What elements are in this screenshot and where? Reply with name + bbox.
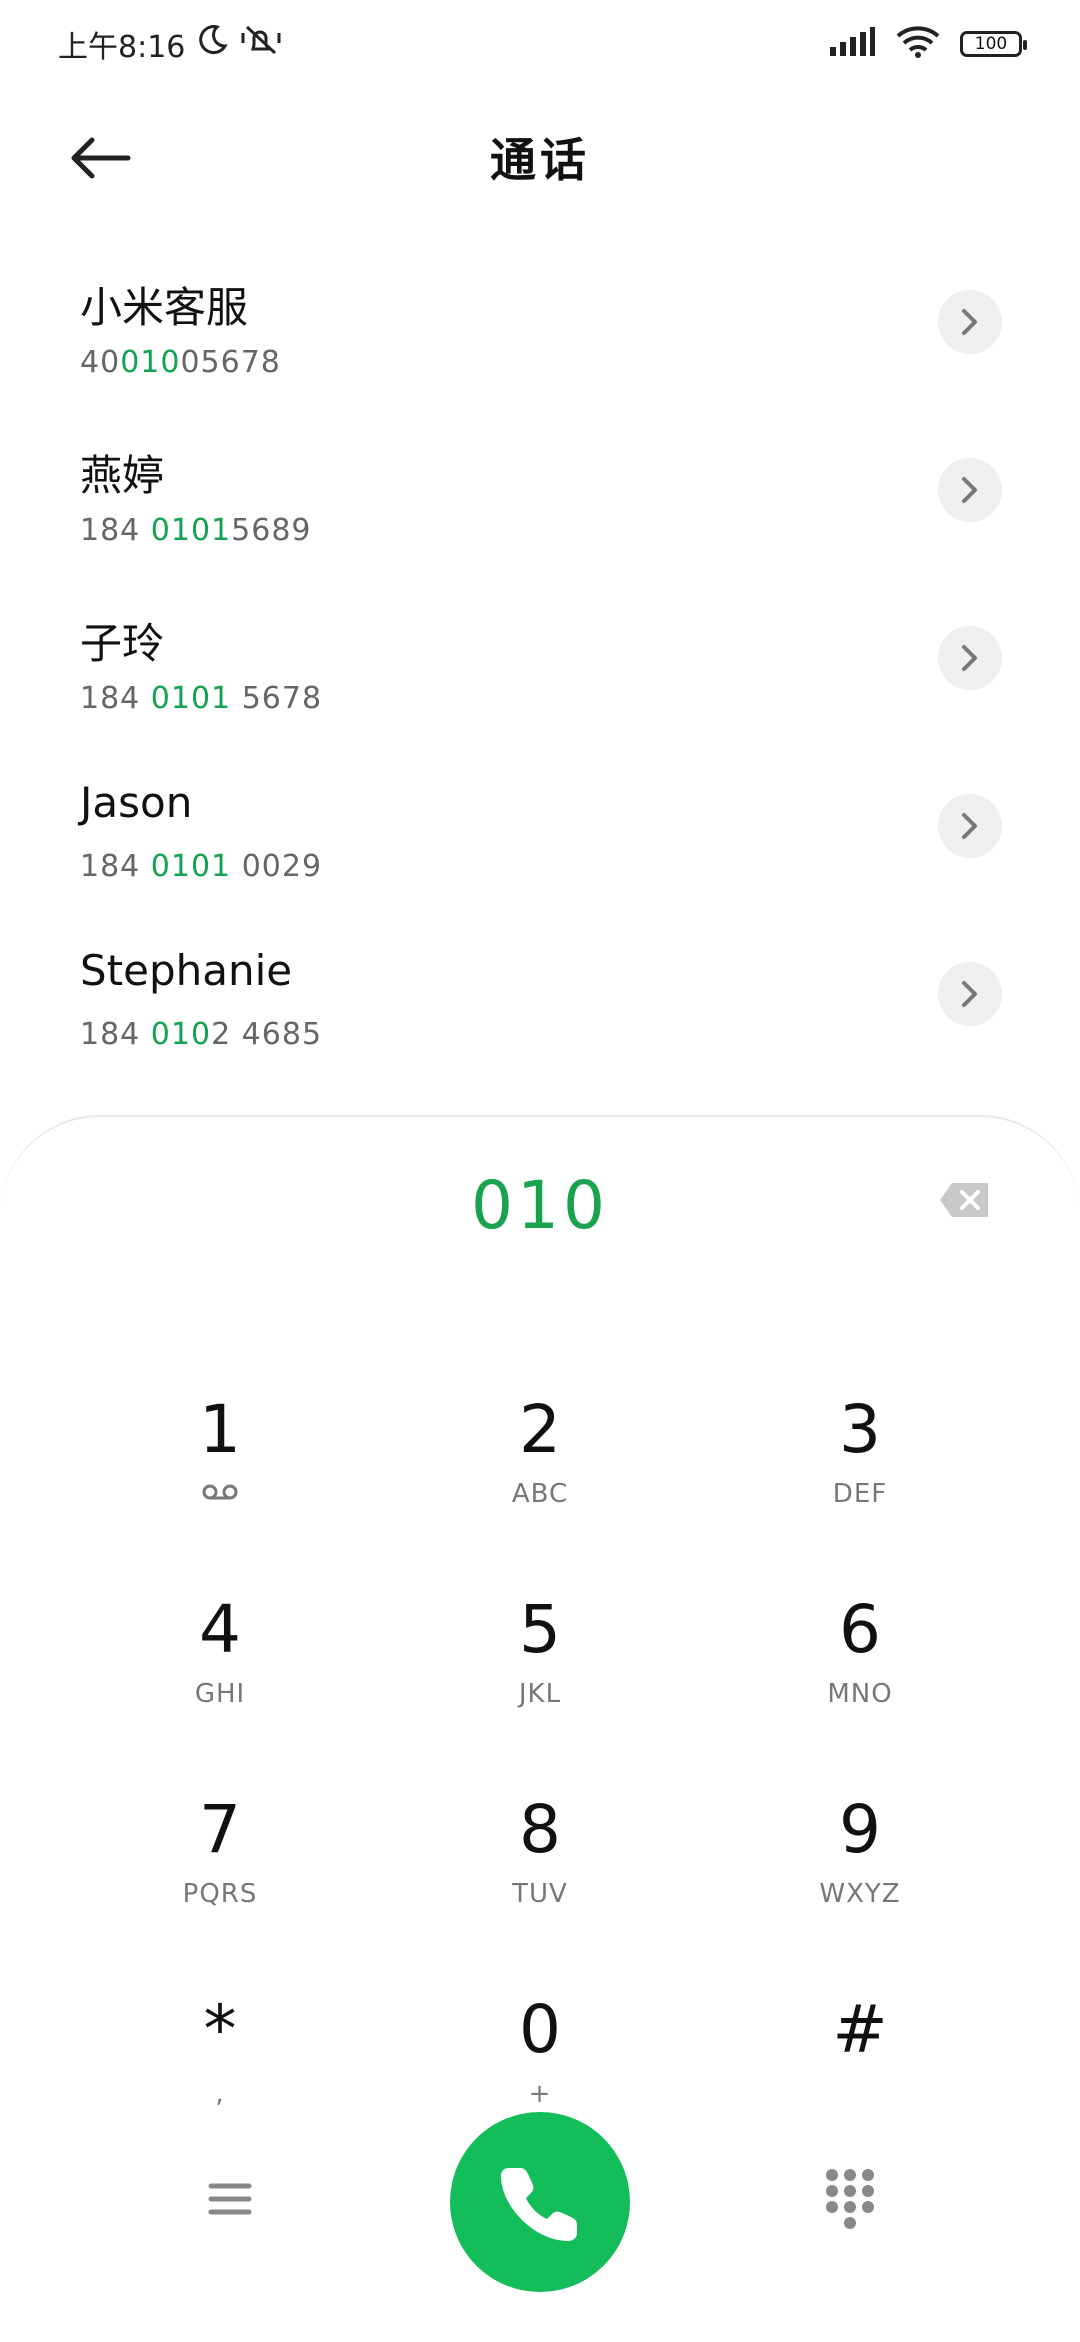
contact-row[interactable]: 子玲 184 0101 5678 (0, 586, 1080, 754)
number-match: 0101 (150, 681, 232, 716)
contact-number: 184 01015689 (80, 513, 312, 548)
battery-icon: 100 (960, 31, 1027, 57)
number-prefix: 184 (80, 849, 151, 884)
key-letters: PQRS (182, 1879, 258, 1909)
dialer-bottom-bar (0, 2102, 1080, 2302)
key-digit: 6 (839, 1591, 881, 1668)
number-suffix: 5689 (231, 513, 312, 548)
status-right: 100 (828, 26, 1027, 62)
chevron-right-icon (962, 477, 977, 503)
number-match: 0101 (150, 513, 232, 548)
battery-level: 100 (974, 34, 1008, 54)
backspace-icon (940, 1183, 988, 1217)
contact-number: 4001005678 (80, 345, 281, 380)
key-5[interactable]: 5 JKL (440, 1597, 640, 1757)
chevron-right-icon (962, 981, 977, 1007)
voicemail-icon (120, 1479, 320, 1509)
key-digit: 5 (519, 1591, 561, 1668)
status-left: 上午8:16 (58, 22, 283, 66)
key-digit: 7 (199, 1791, 241, 1868)
number-prefix: 184 (80, 1017, 151, 1052)
key-7[interactable]: 7 PQRS (120, 1797, 320, 1957)
key-3[interactable]: 3 DEF (760, 1397, 960, 1557)
number-suffix: 5678 (231, 681, 323, 716)
key-digit: 3 (839, 1391, 881, 1468)
signal-icon (828, 27, 876, 61)
number-suffix: 05678 (180, 345, 281, 380)
contact-detail-button[interactable] (938, 962, 1002, 1026)
key-letters: JKL (518, 1679, 562, 1709)
contact-row[interactable]: 小米客服 4001005678 (0, 250, 1080, 418)
key-digit: 0 (519, 1991, 561, 2068)
contact-detail-button[interactable] (938, 626, 1002, 690)
key-digit: * (203, 1991, 237, 2068)
menu-button[interactable] (205, 2174, 255, 2224)
key-digit: 4 (199, 1591, 241, 1668)
contact-detail-button[interactable] (938, 458, 1002, 522)
key-digit: 2 (519, 1391, 561, 1468)
wifi-icon (896, 26, 940, 62)
moon-icon (195, 23, 229, 65)
call-button[interactable] (450, 2112, 630, 2292)
contact-name: Stephanie (80, 946, 293, 995)
dial-pad: 010 1 2 ABC 3 DEF 4 GHI 5 JKL 6 MNO 7 PQ… (0, 1115, 1080, 2342)
status-time: 上午8:16 (58, 30, 186, 65)
key-2[interactable]: 2 ABC (440, 1397, 640, 1557)
header: 通话 (0, 100, 1080, 210)
key-digit: 9 (839, 1791, 881, 1868)
number-match: 0101 (150, 849, 232, 884)
key-digit: 8 (519, 1791, 561, 1868)
contact-name: Jason (80, 778, 193, 827)
key-digit: 1 (199, 1391, 241, 1468)
hide-keypad-button[interactable] (824, 2167, 876, 2231)
key-9[interactable]: 9 WXYZ (760, 1797, 960, 1957)
contact-name: 小米客服 (80, 283, 249, 332)
key-letters: GHI (194, 1679, 246, 1709)
chevron-right-icon (962, 813, 977, 839)
number-suffix: 2 4685 (211, 1017, 323, 1052)
page-title: 通话 (490, 133, 590, 187)
key-digit: # (832, 1991, 888, 2068)
contact-number: 184 0101 0029 (80, 849, 322, 884)
key-1[interactable]: 1 (120, 1397, 320, 1557)
key-letters: ABC (511, 1479, 569, 1509)
keypad-icon (826, 2169, 874, 2229)
number-prefix: 184 (80, 681, 151, 716)
contact-number: 184 0102 4685 (80, 1017, 322, 1052)
key-letters: MNO (827, 1679, 893, 1709)
contact-row[interactable]: Jason 184 0101 0029 (0, 754, 1080, 922)
contact-name: 子玲 (80, 619, 165, 668)
key-letters: DEF (832, 1479, 888, 1509)
key-8[interactable]: 8 TUV (440, 1797, 640, 1957)
chevron-right-icon (962, 645, 977, 671)
contact-name: 燕婷 (80, 451, 165, 500)
key-4[interactable]: 4 GHI (120, 1597, 320, 1757)
mute-icon (239, 23, 283, 65)
contact-number: 184 0101 5678 (80, 681, 322, 716)
number-suffix: 0029 (231, 849, 323, 884)
number-match: 010 (120, 345, 181, 380)
backspace-button[interactable] (938, 1181, 990, 1219)
key-letters: WXYZ (819, 1879, 901, 1909)
contact-detail-button[interactable] (938, 794, 1002, 858)
key-6[interactable]: 6 MNO (760, 1597, 960, 1757)
number-match: 010 (150, 1017, 212, 1052)
chevron-right-icon (962, 309, 977, 335)
number-prefix: 40 (80, 345, 121, 380)
menu-icon (208, 2183, 252, 2215)
contact-row[interactable]: 燕婷 184 01015689 (0, 418, 1080, 586)
key-letters: TUV (512, 1879, 568, 1909)
status-bar: 上午8:16 100 (0, 0, 1080, 96)
number-prefix: 184 (80, 513, 151, 548)
contact-row[interactable]: Stephanie 184 0102 4685 (0, 922, 1080, 1090)
phone-icon (501, 2168, 577, 2241)
contact-detail-button[interactable] (938, 290, 1002, 354)
dialed-number-display[interactable]: 010 (0, 1167, 1080, 1244)
